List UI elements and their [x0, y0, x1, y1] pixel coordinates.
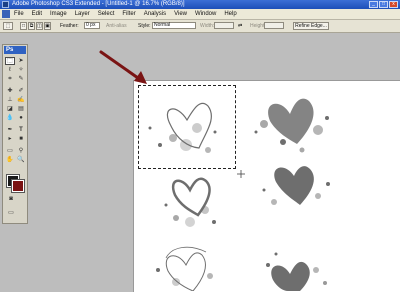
heart-brush-3 [164, 177, 216, 227]
annotation-arrow [99, 50, 147, 84]
heart-brush-2 [254, 98, 329, 153]
heart-brush-1 [148, 102, 217, 153]
crosshair-cursor-icon [237, 170, 245, 178]
heart-brush-5 [156, 246, 213, 291]
heart-brush-6 [266, 252, 327, 291]
canvas-artwork [99, 50, 330, 291]
heart-brush-4 [262, 166, 330, 205]
